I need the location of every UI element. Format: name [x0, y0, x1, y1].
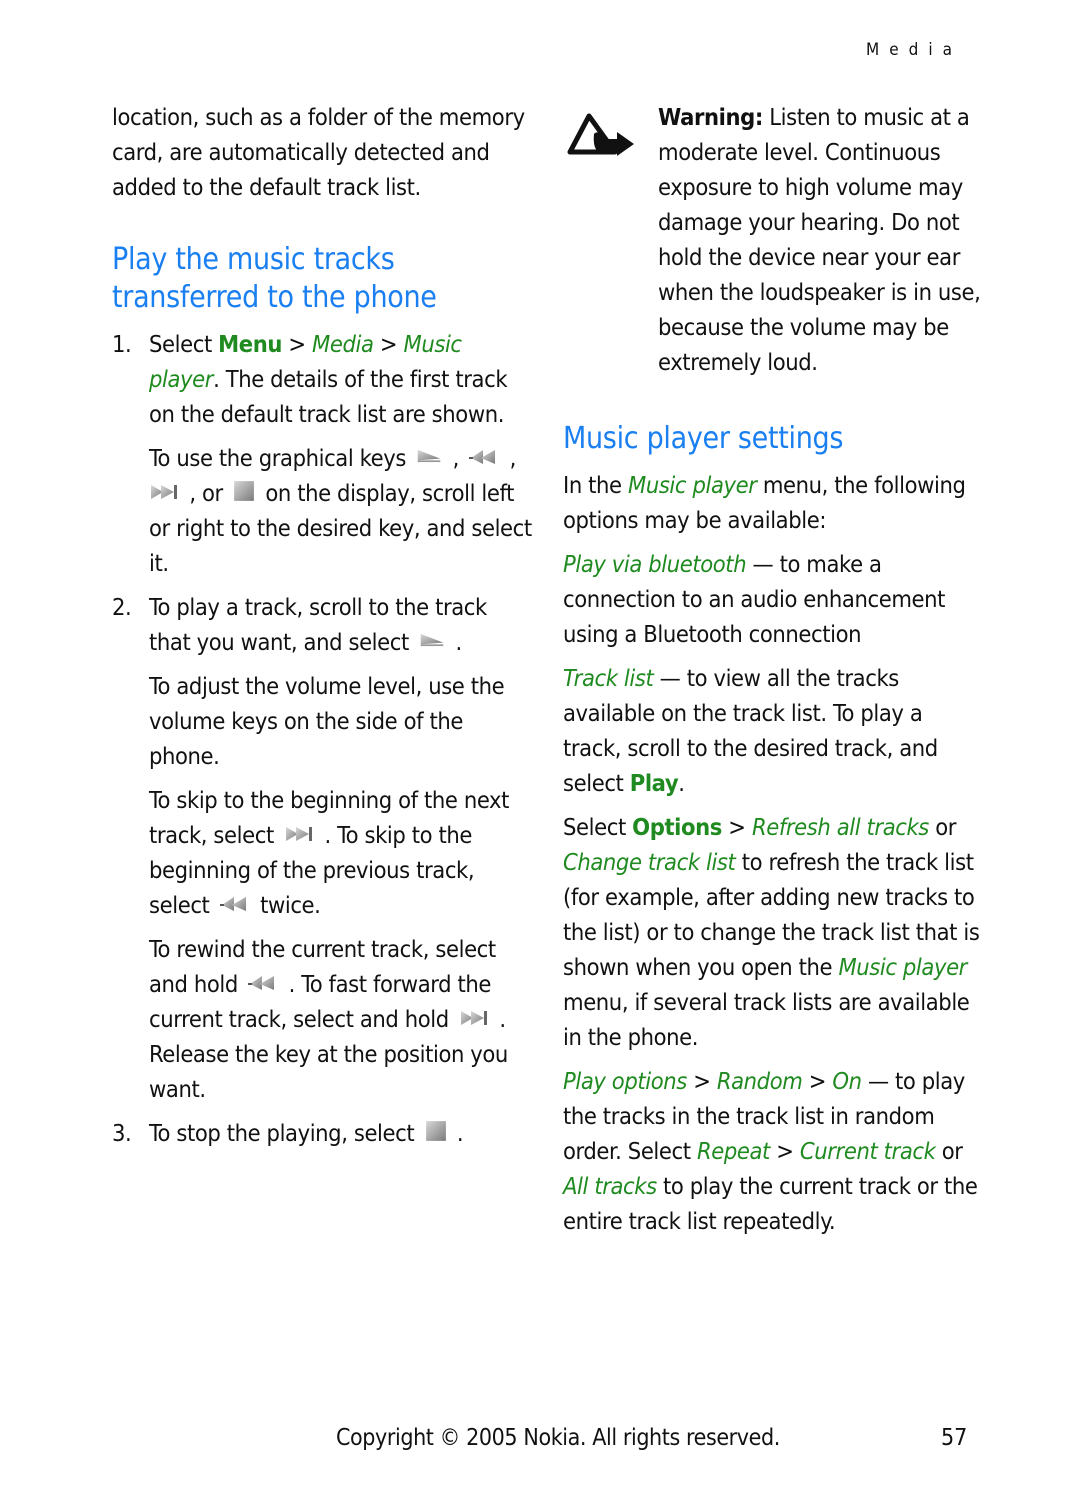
step-2: 2. To play a track, scroll to the track …	[112, 590, 532, 660]
step-3: 3. To stop the playing, select .	[112, 1116, 532, 1151]
separator: >	[282, 330, 313, 358]
option-refresh: Select Options > Refresh all tracks or C…	[563, 810, 983, 1055]
step-2-volume: To adjust the volume level, use the volu…	[149, 672, 505, 770]
separator: >	[721, 813, 752, 841]
ui-term-music-player: Music player	[838, 953, 967, 981]
option-play-options: Play options > Random > On — to play the…	[563, 1064, 983, 1239]
text: menu, if several track lists are availab…	[563, 988, 970, 1051]
separator: >	[373, 330, 404, 358]
forward-icon	[284, 823, 314, 843]
forward-icon	[149, 481, 179, 501]
section-heading-settings: Music player settings	[563, 421, 844, 456]
separator: >	[686, 1067, 717, 1095]
right-column: Warning: Listen to music at a moderate l…	[563, 100, 983, 1239]
ui-term-refresh-all-tracks: Refresh all tracks	[751, 813, 929, 841]
ui-term-menu: Menu	[218, 330, 283, 358]
ui-term-random: Random	[716, 1067, 803, 1095]
copyright-footer: Copyright © 2005 Nokia. All rights reser…	[336, 1425, 780, 1451]
step-1-graphical-keys: To use the graphical keys , , , or on th…	[112, 441, 532, 581]
warning-label: Warning:	[658, 103, 763, 131]
stop-icon	[425, 1120, 447, 1142]
ui-term-play-via-bluetooth: Play via bluetooth	[563, 550, 747, 578]
left-column: location, such as a folder of the memory…	[112, 100, 532, 1151]
intro-paragraph: location, such as a folder of the memory…	[112, 103, 525, 201]
ui-term-change-track-list: Change track list	[563, 848, 736, 876]
settings-intro: In the Music player menu, the following …	[563, 468, 983, 538]
option-track-list: Track list — to view all the tracks avai…	[563, 661, 983, 801]
text: or	[935, 1137, 963, 1165]
step-number: 1.	[112, 330, 132, 358]
stop-icon	[233, 480, 255, 502]
forward-icon	[459, 1007, 489, 1027]
separator: >	[769, 1137, 800, 1165]
ui-term-track-list: Track list	[563, 664, 654, 692]
rewind-icon	[248, 972, 278, 992]
page-section-header: Media	[866, 40, 962, 60]
text: Select	[149, 330, 219, 358]
play-icon	[416, 447, 442, 465]
step-2-rewind: To rewind the current track, select and …	[112, 932, 532, 1107]
ui-term-play: Play	[629, 769, 679, 797]
separator: >	[802, 1067, 833, 1095]
text: ,	[503, 444, 517, 472]
text: To stop the playing, select	[149, 1119, 421, 1147]
ui-term-current-track: Current track	[799, 1137, 936, 1165]
text: Select	[563, 813, 633, 841]
text: , or	[183, 479, 230, 507]
option-play-via-bluetooth: Play via bluetooth — to make a connectio…	[563, 547, 983, 652]
text: .	[450, 1119, 464, 1147]
warning-note: Warning: Listen to music at a moderate l…	[563, 100, 983, 380]
step-number: 2.	[112, 593, 132, 621]
step-1: 1. Select Menu > Media > Music player. T…	[112, 327, 532, 432]
text: or	[928, 813, 957, 841]
step-number: 3.	[112, 1119, 132, 1147]
ui-term-all-tracks: All tracks	[563, 1172, 657, 1200]
ui-term-repeat: Repeat	[696, 1137, 770, 1165]
ui-term-options: Options	[632, 813, 722, 841]
text: .	[678, 769, 685, 797]
ui-term-media: Media	[312, 330, 374, 358]
text: ,	[446, 444, 466, 472]
text: In the	[563, 471, 628, 499]
step-2-skip: To skip to the beginning of the next tra…	[112, 783, 532, 923]
text: .	[449, 628, 463, 656]
text: twice.	[253, 891, 321, 919]
warning-text: Listen to music at a moderate level. Con…	[658, 103, 981, 376]
page-number: 57	[941, 1425, 968, 1451]
rewind-icon	[220, 893, 250, 913]
rewind-icon	[469, 446, 499, 466]
section-heading-play-tracks: Play the music tracks transferred to the…	[112, 242, 437, 315]
text: To use the graphical keys	[149, 444, 413, 472]
ui-term-music-player: Music player	[627, 471, 757, 499]
play-icon	[419, 631, 445, 649]
warning-icon	[567, 113, 634, 156]
ui-term-play-options: Play options	[563, 1067, 687, 1095]
ui-term-on: On	[832, 1067, 862, 1095]
